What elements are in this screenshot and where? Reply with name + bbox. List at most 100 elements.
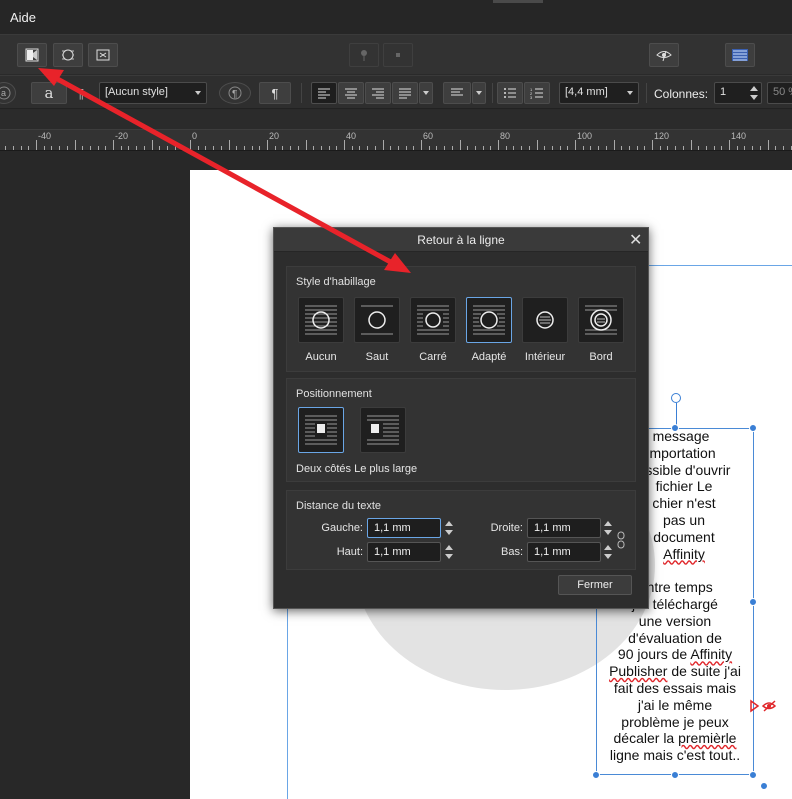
ruler-tick — [752, 146, 754, 150]
wrap-jump-icon — [361, 305, 393, 335]
leading-value: [4,4 mm] — [565, 86, 608, 98]
leading-select[interactable]: [4,4 mm] — [559, 82, 639, 104]
ruler-tick — [143, 146, 145, 150]
resize-handle-tc[interactable] — [671, 424, 679, 432]
columns-label: Colonnes: — [654, 87, 709, 101]
vertical-align-icon — [451, 88, 463, 96]
wrap-circle-button[interactable] — [53, 43, 83, 67]
columns-stepper[interactable] — [749, 83, 759, 103]
top-distance-stepper[interactable] — [444, 542, 454, 562]
chevron-down-icon — [627, 91, 633, 95]
align-right-button[interactable] — [365, 82, 391, 104]
ruler-tick — [621, 146, 623, 150]
right-distance-stepper[interactable] — [603, 518, 613, 538]
position-section: Positionnement Deux côtés Le plus large — [286, 378, 636, 482]
separator — [646, 83, 647, 103]
ruler-tick — [759, 146, 761, 150]
ruler-tick — [66, 146, 68, 150]
align-center-button[interactable] — [338, 82, 364, 104]
wrap-box-button[interactable] — [88, 43, 118, 67]
ruler-tick — [128, 146, 130, 150]
ruler-tick — [413, 146, 415, 150]
position-title: Positionnement — [296, 388, 372, 400]
right-distance-input[interactable]: 1,1 mm — [527, 518, 601, 538]
close-button[interactable]: Fermer — [558, 575, 632, 595]
ruler-tick — [652, 140, 653, 150]
wrap-edge-button[interactable] — [578, 297, 624, 343]
wrap-tight-label: Adapté — [471, 351, 507, 363]
justify-button[interactable] — [392, 82, 418, 104]
ruler-tick — [782, 146, 784, 150]
top-distance-label: Haut: — [336, 546, 363, 558]
resize-handle-bl[interactable] — [592, 771, 600, 779]
paragraph-style-select[interactable]: [Aucun style] — [99, 82, 207, 104]
vertical-align-dropdown[interactable] — [472, 82, 486, 104]
horizontal-ruler[interactable]: -40 -20 0 20 40 60 80 100 120 140 — [0, 129, 792, 151]
top-distance-input[interactable]: 1,1 mm — [367, 542, 441, 562]
wrap-tight-button[interactable] — [466, 297, 512, 343]
numbered-list-button[interactable]: 123 — [524, 82, 550, 104]
svg-text:a: a — [1, 88, 6, 98]
paragraph-style-button[interactable]: ¶ — [219, 82, 251, 104]
ruler-tick — [213, 146, 215, 150]
position-both-sides-button[interactable] — [298, 407, 344, 453]
unpin-button[interactable] — [383, 43, 413, 67]
main-toolbar — [0, 34, 792, 74]
ruler-tick — [336, 146, 338, 150]
bullet-list-button[interactable] — [497, 82, 523, 104]
ruler-tick — [775, 146, 777, 150]
bottom-distance-input[interactable]: 1,1 mm — [527, 542, 601, 562]
wrap-square-button[interactable] — [410, 297, 456, 343]
rotation-handle[interactable] — [671, 393, 681, 403]
ruler-tick — [359, 146, 361, 150]
gutter-input[interactable]: 50 % — [767, 82, 792, 104]
close-icon[interactable]: ✕ — [629, 230, 642, 250]
resize-handle-br[interactable] — [749, 771, 757, 779]
wrap-circle-icon — [62, 49, 74, 61]
left-distance-stepper[interactable] — [444, 518, 454, 538]
position-largest-side-button[interactable] — [360, 407, 406, 453]
text-frame-button[interactable] — [725, 43, 755, 67]
bottom-distance-stepper[interactable] — [603, 542, 613, 562]
text-wrap-settings-button[interactable] — [17, 43, 47, 67]
ruler-tick — [205, 146, 207, 150]
text-overflow-icon[interactable] — [750, 699, 780, 716]
ruler-tick — [590, 146, 592, 150]
menu-bar — [0, 0, 792, 34]
ruler-tick — [97, 146, 99, 150]
numbered-list-icon: 123 — [530, 87, 543, 99]
position-labels: Deux côtés Le plus large — [296, 463, 417, 475]
resize-handle-r[interactable] — [749, 598, 757, 606]
link-handle[interactable] — [760, 782, 768, 790]
justify-dropdown[interactable] — [419, 82, 433, 104]
ruler-tick — [313, 146, 315, 150]
ruler-tick — [567, 146, 569, 150]
resize-handle-bc[interactable] — [671, 771, 679, 779]
character-button[interactable]: a — [31, 82, 67, 104]
ruler-tick — [159, 146, 161, 150]
ruler-tick — [136, 146, 138, 150]
ruler-tick — [444, 146, 446, 150]
ruler-tick — [320, 146, 322, 150]
ruler-tick — [267, 140, 268, 150]
wrap-inside-button[interactable] — [522, 297, 568, 343]
wrap-none-button[interactable] — [298, 297, 344, 343]
paragraph-button[interactable]: ¶ — [259, 82, 291, 104]
preview-button[interactable] — [649, 43, 679, 67]
pin-button[interactable] — [349, 43, 379, 67]
left-distance-label: Gauche: — [321, 522, 363, 534]
ruler-tick — [43, 146, 45, 150]
ruler-tick — [528, 146, 530, 150]
wrap-jump-button[interactable] — [354, 297, 400, 343]
context-toolbar: a a ¶ [Aucun style] ¶ ¶ 123 [4,4 mm] Col… — [0, 75, 792, 109]
align-left-button[interactable] — [311, 82, 337, 104]
vertical-align-button[interactable] — [443, 82, 471, 104]
ruler-label: 40 — [346, 131, 357, 141]
ruler-tick — [736, 146, 738, 150]
ruler-tick — [705, 146, 707, 150]
menu-item-aide[interactable]: Aide — [10, 10, 36, 25]
char-style-button[interactable]: a — [0, 82, 16, 104]
left-distance-input[interactable]: 1,1 mm — [367, 518, 441, 538]
resize-handle-tr[interactable] — [749, 424, 757, 432]
link-distances-icon[interactable] — [617, 531, 625, 552]
